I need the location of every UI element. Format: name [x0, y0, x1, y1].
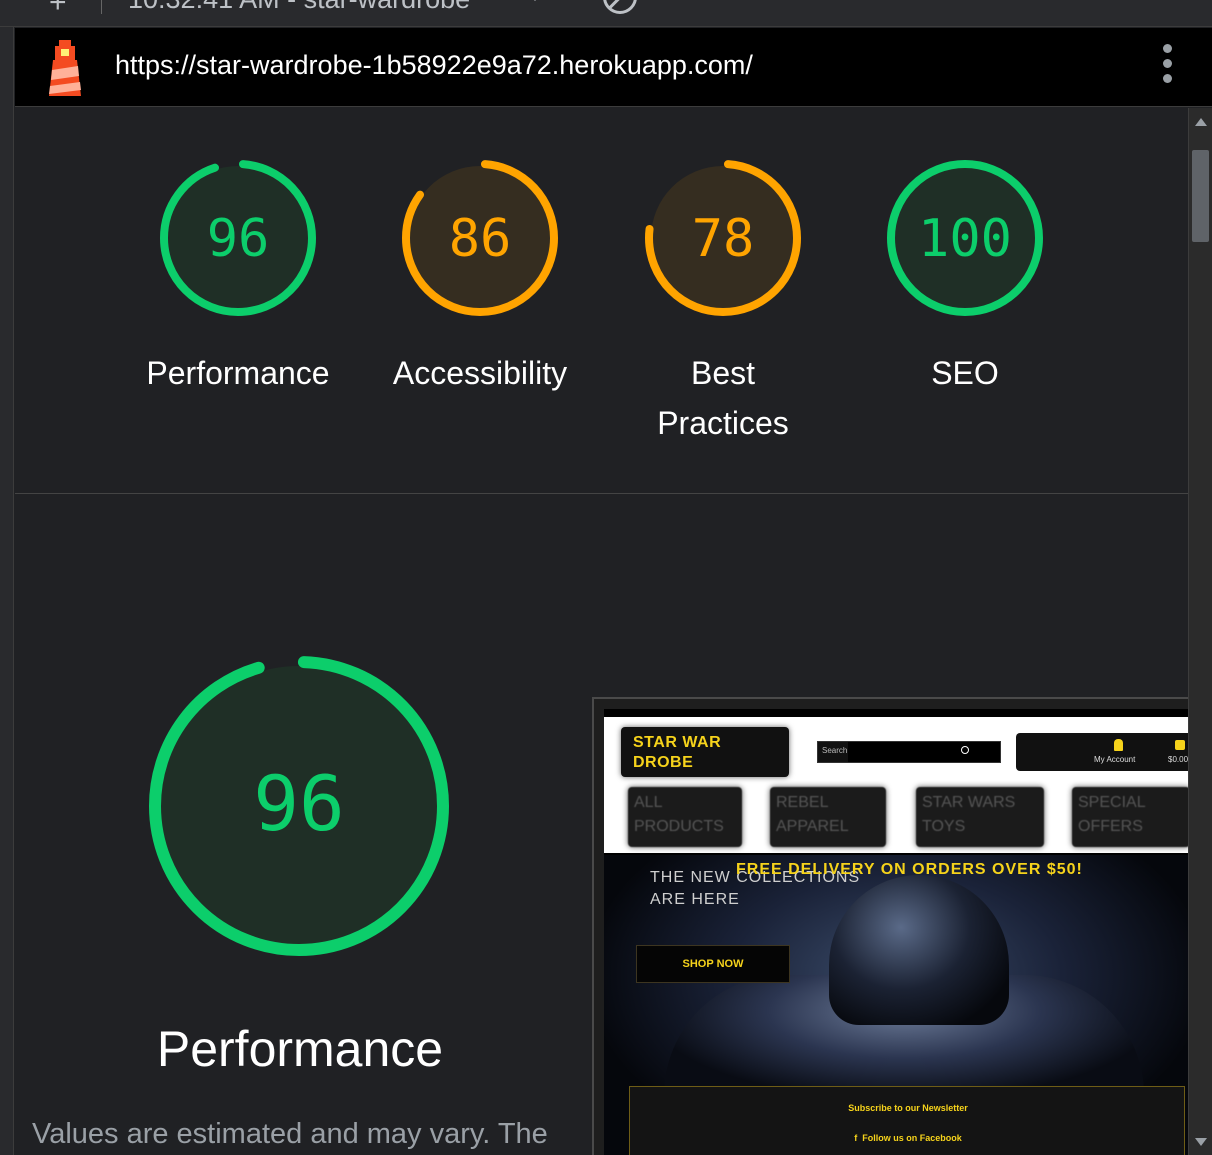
- site-account-bar: My Account $0.00: [1016, 733, 1188, 771]
- gauge-score: 78: [692, 209, 755, 269]
- cart-icon: [1175, 740, 1185, 750]
- gauge-best-practices[interactable]: 78 Best Practices: [623, 156, 823, 448]
- gauge-label: Best Practices: [623, 348, 823, 448]
- site-nav-star-wars-toys: STAR WARS TOYS: [916, 787, 1044, 847]
- gauge-ring: 78: [645, 160, 801, 316]
- site-cart-total: $0.00: [1168, 755, 1188, 764]
- report-url[interactable]: https://star-wardrobe-1b58922e9a72.herok…: [115, 50, 753, 81]
- devtools-toolbar: + 10:32:41 AM - star-wardrobe: [0, 0, 1212, 27]
- nav-line2: OFFERS: [1078, 818, 1143, 835]
- site-account-label: My Account: [1094, 755, 1136, 764]
- toolbar-divider: [101, 0, 102, 14]
- facebook-link-label: Follow us on Facebook: [862, 1133, 962, 1143]
- nav-line1: ALL: [634, 794, 663, 811]
- site-nav-rebel-apparel: REBEL APPAREL: [770, 787, 886, 847]
- gauge-seo[interactable]: 100 SEO: [865, 156, 1065, 398]
- gauge-score: 100: [918, 209, 1012, 269]
- scroll-up-arrow-icon[interactable]: [1195, 118, 1207, 126]
- gauge-label: Accessibility: [392, 355, 568, 391]
- site-logo: STAR WAR DROBE: [621, 727, 789, 777]
- nav-line1: REBEL: [776, 794, 829, 811]
- newsletter-link: Subscribe to our Newsletter: [848, 1103, 968, 1113]
- performance-score-large: 96: [253, 759, 345, 848]
- clear-icon[interactable]: [603, 0, 637, 14]
- site-preview: STAR WAR DROBE Search My Account $0.00 A…: [604, 709, 1188, 1155]
- new-report-button[interactable]: +: [49, 0, 67, 20]
- search-icon: [961, 746, 969, 754]
- final-screenshot-thumbnail[interactable]: STAR WAR DROBE Search My Account $0.00 A…: [592, 697, 1188, 1155]
- more-options-icon[interactable]: [1155, 44, 1179, 92]
- gauge-ring: 100: [887, 160, 1043, 316]
- gauge-label: Performance: [146, 355, 330, 391]
- site-search-placeholder: Search: [822, 746, 848, 755]
- nav-line2: PRODUCTS: [634, 818, 724, 835]
- gauge-label-line1: Best: [690, 355, 756, 391]
- shop-now-button: SHOP NOW: [636, 945, 790, 983]
- site-header: STAR WAR DROBE Search My Account $0.00 A…: [604, 717, 1188, 853]
- site-search-box: [848, 742, 1000, 762]
- site-footer: Subscribe to our Newsletter f Follow us …: [629, 1086, 1185, 1155]
- facebook-link: f Follow us on Facebook: [630, 1133, 1186, 1143]
- score-gauges: 96 Performance 86 Accessibility 78 Best …: [15, 108, 1188, 494]
- scroll-thumb[interactable]: [1192, 150, 1209, 242]
- performance-gauge-large: 96: [149, 656, 449, 956]
- site-nav-special-offers: SPECIAL OFFERS: [1072, 787, 1188, 847]
- delivery-banner: FREE DELIVERY ON ORDERS OVER $50!: [736, 861, 1083, 878]
- vertical-scrollbar[interactable]: [1188, 108, 1212, 1155]
- gauge-score: 96: [207, 209, 270, 269]
- report-url-bar: https://star-wardrobe-1b58922e9a72.herok…: [15, 28, 1212, 107]
- report-selector[interactable]: 10:32:41 AM - star-wardrobe: [128, 0, 470, 15]
- gauge-score: 86: [449, 209, 512, 269]
- user-icon: [1114, 739, 1123, 751]
- nav-line2: TOYS: [922, 818, 966, 835]
- gauge-ring: 86: [402, 160, 558, 316]
- site-search: Search: [817, 741, 1001, 763]
- nav-line1: SPECIAL: [1078, 794, 1146, 811]
- left-panel-edge: [0, 27, 14, 1155]
- site-nav-all-products: ALL PRODUCTS: [628, 787, 742, 847]
- nav-line2: APPAREL: [776, 818, 849, 835]
- nav-line1: STAR WARS: [922, 794, 1016, 811]
- gauge-ring: 96: [160, 160, 316, 316]
- lighthouse-icon: [49, 40, 81, 96]
- gauge-label: SEO: [931, 355, 999, 391]
- chevron-down-icon[interactable]: [530, 0, 540, 3]
- scroll-down-arrow-icon[interactable]: [1195, 1138, 1207, 1146]
- site-logo-line2: DROBE: [633, 754, 694, 771]
- site-logo-line1: STAR WAR: [633, 734, 722, 751]
- gauge-label-line2: Practices: [657, 405, 789, 441]
- gauge-performance[interactable]: 96 Performance: [138, 156, 338, 398]
- hero-tagline-line2: ARE HERE: [650, 891, 740, 908]
- performance-title: Performance: [156, 1021, 444, 1077]
- gauge-accessibility[interactable]: 86 Accessibility: [380, 156, 580, 398]
- performance-disclaimer: Values are estimated and may vary. The: [32, 1118, 548, 1150]
